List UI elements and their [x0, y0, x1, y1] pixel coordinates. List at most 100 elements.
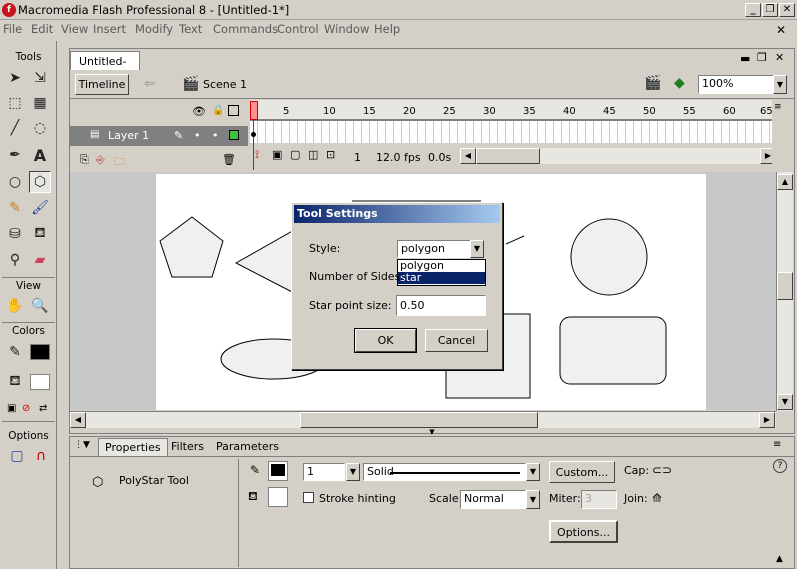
- fill-color-button[interactable]: [268, 487, 288, 507]
- layer-visible-dot[interactable]: •: [194, 129, 201, 142]
- stroke-color-button[interactable]: [268, 461, 288, 481]
- stroke-style-field[interactable]: Solid: [363, 463, 526, 481]
- document-tab[interactable]: Untitled-1*: [70, 51, 140, 81]
- ok-button[interactable]: OK: [354, 328, 417, 353]
- eye-icon[interactable]: 👁: [192, 105, 206, 118]
- vertical-scrollbar[interactable]: ▲ ▼: [776, 172, 793, 411]
- gradient-transform-tool-icon[interactable]: ▦: [29, 92, 51, 114]
- scroll-down-icon[interactable]: ▼: [777, 394, 793, 410]
- selection-tool-icon[interactable]: ➤: [4, 67, 26, 89]
- tab-filters[interactable]: Filters: [171, 440, 204, 453]
- tab-properties[interactable]: Properties: [98, 438, 168, 456]
- pencil-tool-icon[interactable]: ✎: [4, 197, 26, 219]
- scale-field[interactable]: Normal: [460, 490, 526, 509]
- brush-tool-icon[interactable]: 🖌: [29, 197, 51, 219]
- close-icon[interactable]: ✕: [779, 3, 795, 17]
- frames-grid[interactable]: [250, 120, 772, 143]
- menu-file[interactable]: File: [3, 22, 22, 36]
- stroke-width-field[interactable]: 1: [303, 463, 345, 481]
- horizontal-scrollbar[interactable]: ◀ ▶: [70, 411, 776, 428]
- scroll-left-icon[interactable]: ◀: [70, 412, 86, 428]
- star-point-field[interactable]: 0.50: [396, 295, 486, 316]
- join-style-icon[interactable]: ⟰: [652, 491, 662, 505]
- panel-gripper-icon[interactable]: ⋮▼: [74, 440, 90, 450]
- tab-parameters[interactable]: Parameters: [216, 440, 279, 453]
- snap-to-objects-icon[interactable]: ▢: [6, 445, 28, 467]
- ink-bottle-tool-icon[interactable]: ⛁: [4, 223, 26, 245]
- swap-colors-icon[interactable]: ⇄: [39, 403, 47, 414]
- zoom-tool-icon[interactable]: 🔍: [29, 295, 51, 317]
- delete-layer-icon[interactable]: 🗑: [222, 153, 236, 166]
- menu-control[interactable]: Control: [277, 22, 319, 36]
- timeline-scroll-thumb[interactable]: [476, 148, 540, 164]
- menu-help[interactable]: Help: [374, 22, 400, 36]
- magnet-icon[interactable]: ∩: [30, 445, 52, 467]
- eraser-tool-icon[interactable]: ▰: [29, 249, 51, 271]
- layer-outline-color[interactable]: [229, 130, 239, 140]
- timeline-scroll-left-icon[interactable]: ◀: [460, 148, 476, 164]
- black-white-icon[interactable]: ▣: [7, 403, 16, 414]
- cancel-button[interactable]: Cancel: [425, 329, 488, 352]
- menu-text[interactable]: Text: [179, 22, 202, 36]
- doc-minimize-icon[interactable]: ▬: [740, 52, 750, 65]
- layer-lock-dot[interactable]: •: [212, 129, 219, 142]
- stroke-style-dropdown-icon[interactable]: ▼: [526, 463, 540, 481]
- text-tool-icon[interactable]: A: [29, 144, 51, 166]
- hand-tool-icon[interactable]: ✋: [4, 295, 26, 317]
- zoom-dropdown-icon[interactable]: ▼: [773, 75, 787, 94]
- edit-symbols-icon[interactable]: ◆: [674, 75, 685, 91]
- vscroll-thumb[interactable]: [777, 272, 793, 300]
- line-tool-icon[interactable]: ╱: [4, 117, 26, 139]
- scroll-up-icon[interactable]: ▲: [777, 174, 793, 190]
- eyedropper-tool-icon[interactable]: ⚲: [4, 249, 26, 271]
- back-arrow-icon[interactable]: ⇐: [144, 76, 156, 92]
- fill-color-swatch[interactable]: [30, 374, 50, 390]
- restore-icon[interactable]: ❐: [762, 3, 778, 17]
- modify-markers-icon[interactable]: ⊡: [326, 148, 335, 161]
- custom-button[interactable]: Custom...: [549, 461, 615, 483]
- lasso-tool-icon[interactable]: ◌: [29, 117, 51, 139]
- paint-bucket-tool-icon[interactable]: ⛾: [29, 223, 51, 245]
- insert-folder-icon[interactable]: 🗀: [114, 153, 125, 172]
- add-motion-guide-icon[interactable]: ⎆: [96, 153, 105, 167]
- polystar-tool-icon[interactable]: ⬡: [29, 171, 51, 193]
- edit-scene-icon[interactable]: 🎬: [644, 75, 661, 91]
- onion-skin-icon[interactable]: ▣: [272, 148, 282, 161]
- stroke-hinting-checkbox[interactable]: [303, 492, 314, 503]
- menu-insert[interactable]: Insert: [93, 22, 126, 36]
- doc-restore-icon[interactable]: ❐: [757, 51, 767, 64]
- panel-expand-icon[interactable]: ▲: [776, 554, 783, 564]
- scroll-right-icon[interactable]: ▶: [759, 412, 775, 428]
- style-select[interactable]: polygon: [397, 240, 471, 258]
- free-transform-tool-icon[interactable]: ⬚: [4, 92, 26, 114]
- hscroll-thumb[interactable]: [300, 412, 538, 428]
- playhead-marker[interactable]: [250, 101, 258, 120]
- option-star[interactable]: star: [398, 272, 485, 284]
- outline-icon[interactable]: [228, 105, 239, 116]
- cap-style-icon[interactable]: ⊂⊃: [652, 463, 672, 477]
- menu-view[interactable]: View: [61, 22, 88, 36]
- options-button[interactable]: Options...: [549, 520, 618, 543]
- layer-row[interactable]: ▤ Layer 1 ✎ • •: [70, 126, 248, 146]
- pen-tool-icon[interactable]: ✒: [4, 144, 26, 166]
- panel-options-icon[interactable]: ≡: [773, 439, 781, 450]
- zoom-field[interactable]: 100%: [698, 75, 774, 94]
- subselection-tool-icon[interactable]: ⇲: [29, 67, 51, 89]
- stroke-color-swatch[interactable]: [30, 344, 50, 360]
- panel-collapse-icon[interactable]: ▼: [420, 428, 444, 436]
- timeline-scroll-track[interactable]: [540, 148, 760, 164]
- scale-dropdown-icon[interactable]: ▼: [526, 490, 540, 509]
- lock-icon[interactable]: 🔒: [212, 105, 224, 116]
- edit-multiple-icon[interactable]: ◫: [308, 148, 318, 161]
- insert-layer-icon[interactable]: ⎘: [80, 153, 89, 167]
- no-color-icon[interactable]: ⊘: [22, 403, 30, 414]
- menu-modify[interactable]: Modify: [135, 22, 173, 36]
- doc-close-icon[interactable]: ✕: [775, 51, 784, 64]
- stroke-width-dropdown-icon[interactable]: ▼: [346, 463, 360, 481]
- oval-tool-icon[interactable]: ○: [4, 171, 26, 193]
- timeline-menu-icon[interactable]: ≡: [774, 102, 782, 112]
- minimize-icon[interactable]: _: [745, 3, 761, 17]
- onion-outlines-icon[interactable]: ▢: [290, 148, 300, 161]
- menu-edit[interactable]: Edit: [31, 22, 53, 36]
- timeline-button[interactable]: Timeline: [75, 74, 129, 95]
